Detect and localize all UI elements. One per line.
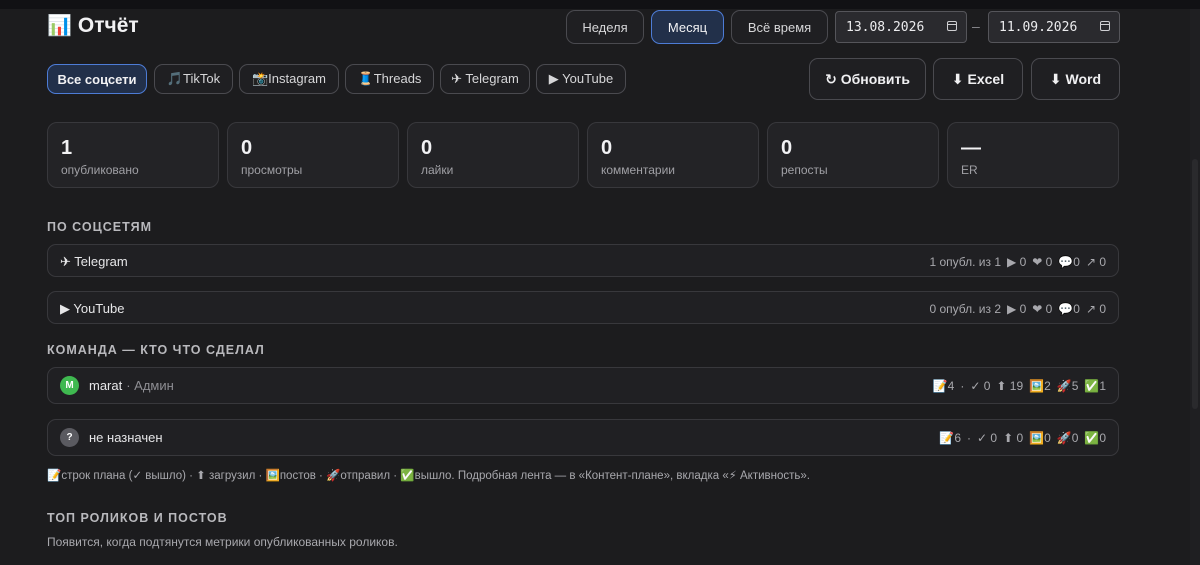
uploaded-count: ⬆ 0 — [1003, 431, 1024, 445]
date-to-input[interactable]: 11.09.2026 — [988, 11, 1120, 43]
team-member: ? не назначен — [60, 428, 167, 447]
section-title-team: КОМАНДА — КТО ЧТО СДЕЛАЛ — [47, 343, 265, 357]
plan-count: 📝6 — [939, 431, 961, 445]
team-row-marat[interactable]: M marat · Админ 📝4 · ✓ 0 ⬆ 19 🖼️2 🚀5 ✅1 — [47, 367, 1119, 404]
published-out-count: ✅1 — [1084, 379, 1106, 393]
stat-label: репосты — [781, 163, 828, 177]
tab-week[interactable]: Неделя — [566, 10, 644, 44]
stat-views: 0 просмотры — [227, 122, 399, 188]
date-to-value: 11.09.2026 — [999, 19, 1078, 35]
stat-label: опубликовано — [61, 163, 139, 177]
stat-likes: 0 лайки — [407, 122, 579, 188]
stat-value: 0 — [601, 137, 613, 159]
views-count: ▶ 0 — [1007, 255, 1027, 269]
date-from-value: 13.08.2026 — [846, 19, 925, 35]
export-word-button[interactable]: ⬇ Word — [1031, 58, 1120, 100]
filter-telegram[interactable]: ✈ Telegram — [440, 64, 530, 94]
stat-label: лайки — [421, 163, 454, 177]
stat-reposts: 0 репосты — [767, 122, 939, 188]
tab-month[interactable]: Месяц — [651, 10, 724, 44]
published-count: 0 опубл. из 2 — [929, 302, 1001, 316]
avatar: ? — [60, 428, 79, 447]
stat-value: — — [961, 137, 981, 159]
stat-label: комментарии — [601, 163, 675, 177]
likes-count: ❤ 0 — [1032, 255, 1053, 269]
stat-label: просмотры — [241, 163, 303, 177]
member-role: · Админ — [126, 378, 174, 393]
member-name: marat — [89, 378, 123, 393]
page-title: 📊 Отчёт — [47, 13, 139, 38]
network-metrics: 1 опубл. из 1 ▶ 0 ❤ 0 💬0 ↗ 0 — [929, 255, 1106, 269]
comments-count: 💬0 — [1058, 255, 1080, 269]
filter-instagram[interactable]: 📸Instagram — [239, 64, 339, 94]
date-separator: – — [972, 18, 980, 34]
avatar: M — [60, 376, 79, 395]
date-from-input[interactable]: 13.08.2026 — [835, 11, 967, 43]
section-title-top: ТОП РОЛИКОВ И ПОСТОВ — [47, 511, 228, 525]
calendar-icon[interactable] — [947, 21, 957, 31]
filter-youtube[interactable]: ▶ YouTube — [536, 64, 626, 94]
network-name: ✈ Telegram — [60, 254, 128, 269]
network-name: ▶ YouTube — [60, 301, 125, 316]
stat-value: 0 — [241, 137, 253, 159]
stat-value: 0 — [421, 137, 433, 159]
sent-count: 🚀5 — [1056, 379, 1079, 393]
stat-comments: 0 комментарии — [587, 122, 759, 188]
scrollbar[interactable] — [1190, 9, 1200, 565]
done-count: ✓ 0 — [977, 431, 998, 445]
member-name: не назначен — [89, 430, 163, 445]
team-metrics: 📝4 · ✓ 0 ⬆ 19 🖼️2 🚀5 ✅1 — [932, 379, 1106, 393]
calendar-icon[interactable] — [1100, 21, 1110, 31]
network-metrics: 0 опубл. из 2 ▶ 0 ❤ 0 💬0 ↗ 0 — [929, 302, 1106, 316]
filter-threads[interactable]: 🧵Threads — [345, 64, 434, 94]
stat-label: ER — [961, 163, 978, 177]
top-strip — [0, 0, 1200, 9]
stat-value: 0 — [781, 137, 793, 159]
team-row-unassigned[interactable]: ? не назначен 📝6 · ✓ 0 ⬆ 0 🖼️0 🚀0 ✅0 — [47, 419, 1119, 456]
top-empty-note: Появится, когда подтянутся метрики опубл… — [47, 535, 398, 549]
sent-count: 🚀0 — [1056, 431, 1079, 445]
uploaded-count: ⬆ 19 — [996, 379, 1024, 393]
chart-icon: 📊 — [47, 15, 72, 37]
team-legend: 📝строк плана (✓ вышло) · ⬆ загрузил · 🖼️… — [47, 470, 810, 482]
stat-published: 1 опубликовано — [47, 122, 219, 188]
likes-count: ❤ 0 — [1032, 302, 1053, 316]
tab-all-time[interactable]: Всё время — [731, 10, 828, 44]
filter-tiktok[interactable]: 🎵TikTok — [154, 64, 233, 94]
comments-count: 💬0 — [1058, 302, 1080, 316]
network-row-telegram[interactable]: ✈ Telegram 1 опубл. из 1 ▶ 0 ❤ 0 💬0 ↗ 0 — [47, 244, 1119, 277]
refresh-button[interactable]: ↻ Обновить — [809, 58, 926, 100]
scrollbar-thumb[interactable] — [1192, 159, 1198, 409]
views-count: ▶ 0 — [1007, 302, 1027, 316]
network-row-youtube[interactable]: ▶ YouTube 0 опубл. из 2 ▶ 0 ❤ 0 💬0 ↗ 0 — [47, 291, 1119, 324]
reposts-count: ↗ 0 — [1085, 302, 1106, 316]
section-title-networks: ПО СОЦСЕТЯМ — [47, 220, 152, 234]
team-metrics: 📝6 · ✓ 0 ⬆ 0 🖼️0 🚀0 ✅0 — [939, 431, 1106, 445]
stat-er: — ER — [947, 122, 1119, 188]
published-out-count: ✅0 — [1084, 431, 1106, 445]
export-excel-button[interactable]: ⬇ Excel — [933, 58, 1023, 100]
page-title-text: Отчёт — [77, 13, 139, 37]
plan-count: 📝4 — [932, 379, 955, 393]
stat-value: 1 — [61, 137, 73, 159]
posts-count: 🖼️0 — [1029, 431, 1051, 445]
posts-count: 🖼️2 — [1029, 379, 1051, 393]
team-member: M marat · Админ — [60, 376, 174, 395]
filter-all-networks[interactable]: Все соцсети — [47, 64, 147, 94]
published-count: 1 опубл. из 1 — [929, 255, 1001, 269]
reposts-count: ↗ 0 — [1085, 255, 1106, 269]
done-count: ✓ 0 — [970, 379, 991, 393]
